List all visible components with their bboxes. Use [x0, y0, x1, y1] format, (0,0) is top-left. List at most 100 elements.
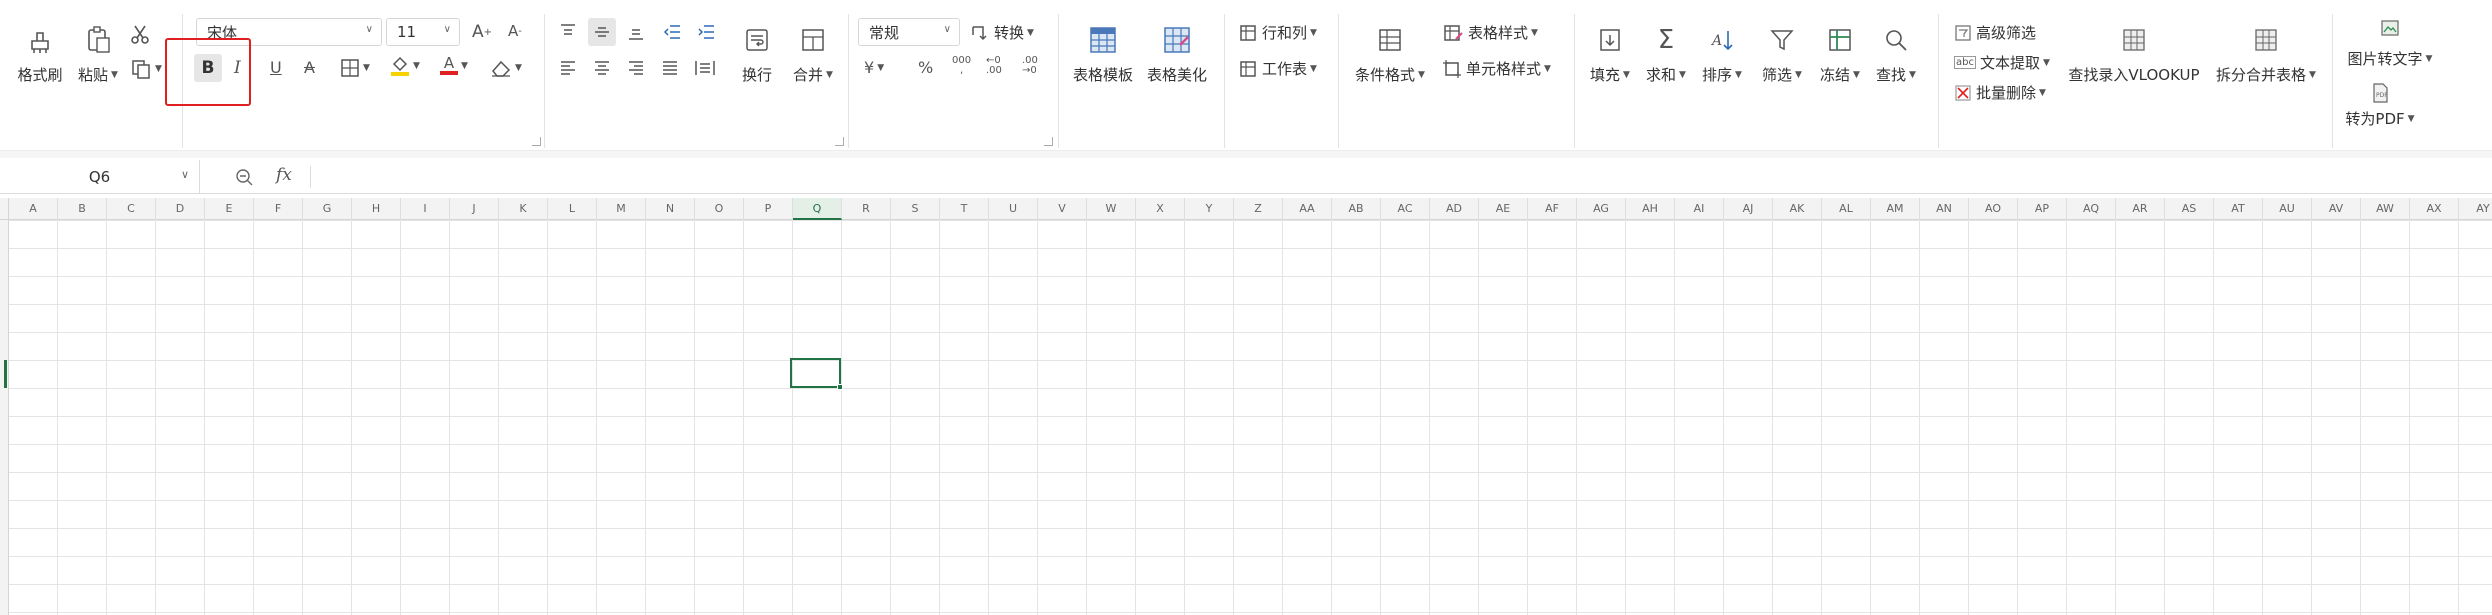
align-bottom-button[interactable]	[626, 22, 646, 42]
column-header[interactable]: G	[303, 198, 352, 220]
table-template-button[interactable]: 表格模板	[1068, 22, 1138, 85]
column-header[interactable]: B	[58, 198, 107, 220]
column-header[interactable]: AU	[2263, 198, 2312, 220]
column-header[interactable]: AM	[1871, 198, 1920, 220]
selected-cell[interactable]	[790, 358, 843, 390]
italic-button[interactable]: I	[234, 58, 241, 78]
sum-button[interactable]: Σ 求和 ▼	[1642, 22, 1690, 85]
column-header[interactable]: AB	[1332, 198, 1381, 220]
column-header[interactable]: A	[9, 198, 58, 220]
column-header[interactable]: AN	[1920, 198, 1969, 220]
fill-button[interactable]: 填充 ▼	[1586, 22, 1634, 85]
row-col-button[interactable]: 行和列 ▼	[1238, 22, 1317, 43]
column-header[interactable]: AW	[2361, 198, 2410, 220]
column-header[interactable]: E	[205, 198, 254, 220]
column-header[interactable]: M	[597, 198, 646, 220]
column-header[interactable]: AJ	[1724, 198, 1773, 220]
column-header[interactable]: P	[744, 198, 793, 220]
column-header[interactable]: Y	[1185, 198, 1234, 220]
align-right-button[interactable]	[626, 58, 646, 78]
vlookup-button[interactable]: 查找录入VLOOKUP	[2066, 22, 2202, 85]
column-header[interactable]: N	[646, 198, 695, 220]
justify-button[interactable]	[660, 58, 680, 78]
text-extract-button[interactable]: abc 文本提取 ▼	[1954, 52, 2050, 73]
split-merge-button[interactable]: 拆分合并表格 ▼	[2210, 22, 2322, 85]
column-header[interactable]: H	[352, 198, 401, 220]
column-header[interactable]: R	[842, 198, 891, 220]
increase-indent-button[interactable]	[696, 22, 716, 42]
column-header[interactable]: AF	[1528, 198, 1577, 220]
column-header[interactable]: AI	[1675, 198, 1724, 220]
column-header[interactable]: AV	[2312, 198, 2361, 220]
merge-button[interactable]: 合并 ▼	[788, 22, 838, 85]
fill-handle[interactable]	[837, 384, 843, 390]
column-header[interactable]: AH	[1626, 198, 1675, 220]
column-header[interactable]: K	[499, 198, 548, 220]
percent-button[interactable]: %	[918, 58, 933, 77]
column-header[interactable]: I	[401, 198, 450, 220]
number-format-select[interactable]: 常规 ∨	[858, 18, 960, 46]
decrease-font-button[interactable]: A-	[508, 22, 522, 40]
currency-button[interactable]: ¥ ▼	[864, 58, 884, 77]
advanced-filter-button[interactable]: 高级筛选	[1954, 22, 2036, 43]
column-header[interactable]: Q	[793, 198, 842, 220]
column-header[interactable]: T	[940, 198, 989, 220]
fill-color-button[interactable]: ▼	[390, 56, 420, 76]
number-dialog-launcher[interactable]	[1044, 137, 1053, 146]
column-header[interactable]: Z	[1234, 198, 1283, 220]
column-header[interactable]: AE	[1479, 198, 1528, 220]
to-pdf-button[interactable]: PDF 转为PDF ▼	[2344, 80, 2416, 129]
table-beautify-button[interactable]: 表格美化	[1142, 22, 1212, 85]
batch-delete-button[interactable]: 批量删除 ▼	[1954, 82, 2046, 103]
border-button[interactable]: ▼	[340, 58, 370, 78]
column-header[interactable]: AC	[1381, 198, 1430, 220]
underline-button[interactable]: U	[270, 58, 282, 77]
column-header[interactable]: X	[1136, 198, 1185, 220]
insert-function-button[interactable]: fx	[276, 165, 292, 185]
name-box[interactable]: Q6 ∨	[0, 160, 200, 194]
wrap-text-button[interactable]: 换行	[736, 22, 778, 85]
align-left-button[interactable]	[558, 58, 578, 78]
format-painter-button[interactable]: 格式刷	[10, 22, 70, 85]
column-header[interactable]: V	[1038, 198, 1087, 220]
column-header[interactable]: AL	[1822, 198, 1871, 220]
cell-style-button[interactable]: 单元格样式 ▼	[1442, 58, 1551, 79]
cut-button[interactable]	[128, 22, 152, 46]
column-header[interactable]: D	[156, 198, 205, 220]
select-all-corner[interactable]	[0, 198, 9, 220]
column-header[interactable]: C	[107, 198, 156, 220]
copy-button[interactable]: ▼	[130, 58, 162, 80]
column-header[interactable]: F	[254, 198, 303, 220]
column-header[interactable]: AO	[1969, 198, 2018, 220]
decrease-indent-button[interactable]	[662, 22, 682, 42]
worksheet-button[interactable]: 工作表 ▼	[1238, 58, 1317, 79]
distributed-button[interactable]	[694, 58, 716, 78]
filter-button[interactable]: 筛选 ▼	[1758, 22, 1806, 85]
increase-decimal-button[interactable]: ←0.00	[986, 56, 1002, 76]
cell-grid[interactable]	[9, 220, 2492, 615]
align-top-button[interactable]	[558, 22, 578, 42]
font-color-button[interactable]: A ▼	[440, 56, 468, 75]
column-header[interactable]: AD	[1430, 198, 1479, 220]
column-header[interactable]: S	[891, 198, 940, 220]
find-button[interactable]: 查找 ▼	[1872, 22, 1920, 85]
column-header[interactable]: AQ	[2067, 198, 2116, 220]
thousands-button[interactable]: 000,	[952, 56, 971, 76]
clear-button[interactable]: ▼	[490, 58, 522, 78]
column-header[interactable]: AS	[2165, 198, 2214, 220]
formula-input[interactable]	[316, 162, 2486, 192]
font-dialog-launcher[interactable]	[532, 137, 541, 146]
column-header[interactable]: U	[989, 198, 1038, 220]
column-header[interactable]: L	[548, 198, 597, 220]
align-center-button[interactable]	[592, 58, 612, 78]
strikethrough-button[interactable]: A	[304, 58, 315, 77]
align-middle-button[interactable]	[588, 18, 616, 46]
column-header[interactable]: AR	[2116, 198, 2165, 220]
freeze-button[interactable]: 冻结 ▼	[1816, 22, 1864, 85]
table-style-button[interactable]: 表格样式 ▼	[1442, 22, 1538, 43]
conditional-format-button[interactable]: 条件格式 ▼	[1352, 22, 1428, 85]
column-header[interactable]: AX	[2410, 198, 2459, 220]
column-header[interactable]: AG	[1577, 198, 1626, 220]
column-header[interactable]: AA	[1283, 198, 1332, 220]
column-header[interactable]: AP	[2018, 198, 2067, 220]
